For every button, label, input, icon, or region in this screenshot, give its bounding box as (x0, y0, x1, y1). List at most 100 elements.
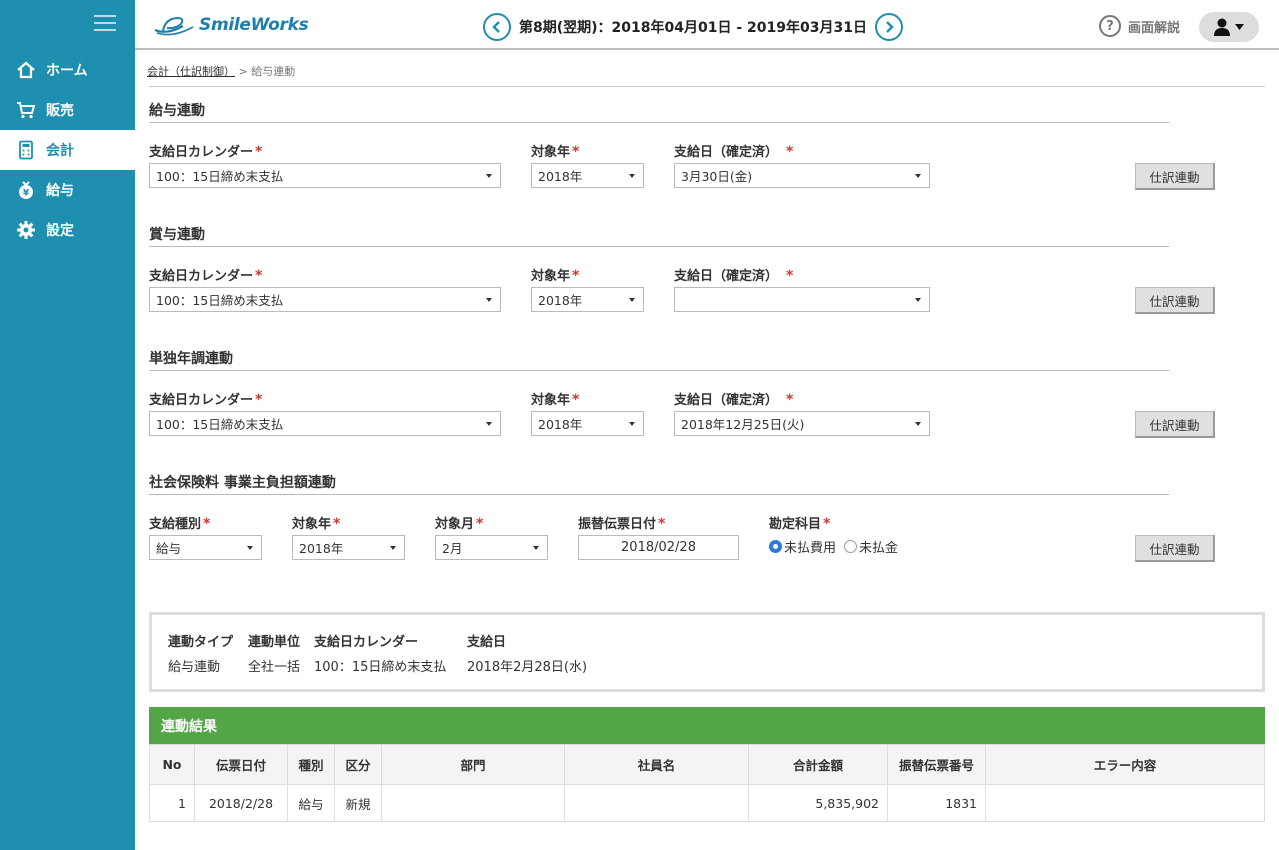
divider (149, 494, 1169, 495)
required-asterisk: * (786, 268, 794, 284)
chevron-down-icon (629, 298, 635, 302)
column-header: 部門 (381, 744, 565, 785)
required-asterisk: * (786, 144, 794, 160)
payday-label: 支給日（確定済） * (674, 392, 794, 408)
required-asterisk: * (255, 392, 263, 408)
voucher-date-input[interactable] (578, 535, 739, 560)
results-table: No 伝票日付 種別 区分 部門 社員名 合計金額 振替伝票番号 エラー内容 1… (149, 744, 1265, 822)
breadcrumb-link-accounting[interactable]: 会計（仕訳制御） (147, 65, 235, 78)
journal-link-button[interactable]: 仕訳連動 (1135, 163, 1215, 190)
table-row: 1 2018/2/28 給与 新規 5,835,902 1831 (149, 784, 1265, 822)
sidebar-item-sales[interactable]: 販売 (0, 90, 135, 130)
menu-toggle-icon[interactable] (94, 15, 116, 33)
chevron-right-icon (886, 21, 894, 33)
prev-period-button[interactable] (483, 13, 511, 41)
column-header: 社員名 (564, 744, 749, 785)
payday-select[interactable] (674, 287, 930, 312)
help-link[interactable]: ? 画面解説 (1099, 15, 1180, 37)
year-select[interactable]: 2018年 (531, 163, 644, 188)
table-cell: 5,835,902 (748, 784, 888, 822)
table-cell: 2018/2/28 (194, 784, 288, 822)
divider (149, 86, 1265, 87)
summary-col: 連動タイプ 給与連動 (168, 635, 234, 675)
pay-type-select[interactable]: 給与 (149, 535, 262, 560)
money-bag-icon: ¥ (14, 179, 38, 201)
summary-panel: 連動タイプ 給与連動 連動単位 全社一括 支給日カレンダー 100：15日締め末支払 … (149, 612, 1265, 692)
period-label: 第8期(翌期)：2018年04月01日 - 2019年03月31日 (519, 20, 867, 36)
help-label: 画面解説 (1128, 20, 1181, 36)
chevron-down-icon (247, 546, 253, 550)
account-radio-group: 未払費用 未払金 (769, 537, 898, 556)
table-cell (564, 784, 749, 822)
sidebar-item-settings[interactable]: 設定 (0, 210, 135, 250)
table-header-row: No 伝票日付 種別 区分 部門 社員名 合計金額 振替伝票番号 エラー内容 (149, 744, 1265, 785)
sidebar-item-home[interactable]: ホーム (0, 50, 135, 90)
question-icon: ? (1099, 15, 1121, 37)
section-title-salary: 給与連動 (149, 103, 205, 119)
month-select[interactable]: 2月 (435, 535, 548, 560)
breadcrumb: 会計（仕訳制御） > 給与連動 (147, 63, 295, 79)
sidebar: ホーム 販売 会計 ¥ 給与 設定 (0, 0, 135, 850)
breadcrumb-separator: > (238, 65, 248, 78)
next-period-button[interactable] (874, 13, 903, 41)
year-select[interactable]: 2018年 (531, 287, 644, 312)
year-select[interactable]: 2018年 (531, 411, 644, 436)
column-header: 振替伝票番号 (887, 744, 986, 785)
calendar-select[interactable]: 100：15日締め末支払 (149, 411, 501, 436)
payday-select[interactable]: 3月30日(金) (674, 163, 930, 188)
chevron-down-icon (390, 546, 396, 550)
account-label: 勘定科目 * (769, 516, 831, 532)
summary-col: 連動単位 全社一括 (248, 635, 301, 675)
logo-text: SmileWorks (199, 15, 309, 35)
header: SmileWorks 第8期(翌期)：2018年04月01日 - 2019年03… (135, 0, 1279, 50)
year-label: 対象年 * (531, 144, 580, 160)
required-asterisk: * (255, 144, 263, 160)
table-cell: 給与 (287, 784, 335, 822)
year-label: 対象年 * (531, 268, 580, 284)
calendar-select[interactable]: 100：15日締め末支払 (149, 287, 501, 312)
pay-type-label: 支給種別 * (149, 516, 211, 532)
sidebar-item-label: 給与 (46, 183, 74, 199)
smileworks-logo-icon (154, 16, 194, 36)
column-header: 区分 (334, 744, 382, 785)
voucher-date-label: 振替伝票日付 * (578, 516, 666, 532)
journal-link-button[interactable]: 仕訳連動 (1135, 287, 1215, 314)
journal-link-button[interactable]: 仕訳連動 (1135, 535, 1215, 562)
sidebar-item-payroll[interactable]: ¥ 給与 (0, 170, 135, 210)
required-asterisk: * (333, 516, 341, 532)
required-asterisk: * (572, 144, 580, 160)
sidebar-item-accounting[interactable]: 会計 (0, 130, 135, 170)
calendar-select[interactable]: 100：15日締め末支払 (149, 163, 501, 188)
user-menu-button[interactable] (1199, 12, 1259, 42)
calculator-icon (14, 139, 38, 161)
required-asterisk: * (823, 516, 831, 532)
summary-col: 支給日 2018年2月28日(水) (467, 635, 588, 675)
required-asterisk: * (255, 268, 263, 284)
chevron-down-icon (486, 174, 492, 178)
chevron-down-icon (486, 298, 492, 302)
journal-link-button[interactable]: 仕訳連動 (1135, 411, 1215, 438)
cart-icon (14, 99, 38, 121)
chevron-down-icon (915, 174, 921, 178)
home-icon (14, 59, 38, 81)
column-header: 合計金額 (748, 744, 888, 785)
logo[interactable]: SmileWorks (153, 13, 309, 37)
section-title-bonus: 賞与連動 (149, 227, 205, 243)
calendar-label: 支給日カレンダー * (149, 392, 263, 408)
section-title-year-end: 単独年調連動 (149, 351, 233, 367)
sidebar-item-label: ホーム (46, 63, 88, 79)
table-cell (381, 784, 565, 822)
payday-select[interactable]: 2018年12月25日(火) (674, 411, 930, 436)
column-header: 伝票日付 (194, 744, 288, 785)
gear-icon (14, 219, 38, 241)
payday-label: 支給日（確定済） * (674, 268, 794, 284)
column-header: 種別 (287, 744, 335, 785)
radio-label: 未払費用 (784, 541, 837, 556)
radio-accrued-expenses[interactable] (769, 540, 782, 553)
radio-accounts-payable[interactable] (844, 540, 858, 553)
chevron-down-icon (533, 546, 539, 550)
year-select[interactable]: 2018年 (292, 535, 405, 560)
table-cell: 1831 (887, 784, 986, 822)
user-icon (1214, 18, 1244, 36)
month-label: 対象月 * (435, 516, 484, 532)
